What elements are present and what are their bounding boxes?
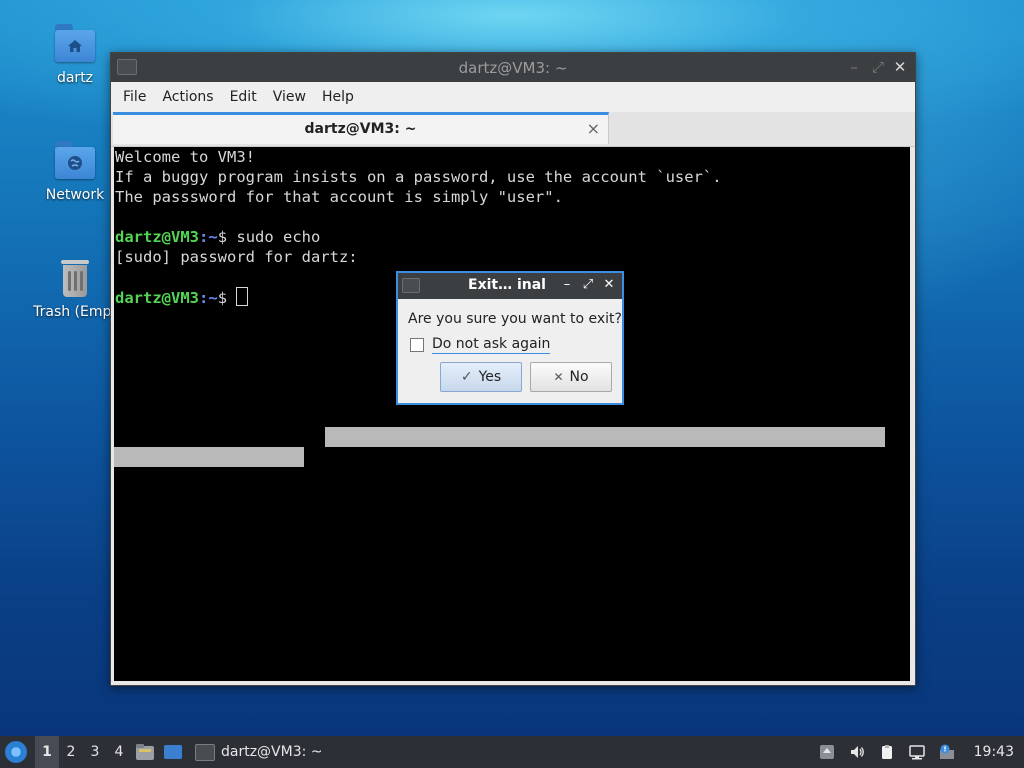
tab-label: dartz@VM3: ~	[304, 121, 417, 137]
check-icon: ✓	[460, 369, 473, 385]
terminal-line: If a buggy program insists on a password…	[115, 168, 722, 186]
show-desktop-icon[interactable]	[163, 743, 183, 761]
prompt-path: ~	[208, 289, 218, 307]
dialog-minimize-button[interactable]: –	[558, 276, 576, 294]
minimize-button[interactable]: –	[843, 56, 865, 78]
render-artifact-bar	[114, 447, 304, 467]
tab-bar: dartz@VM3: ~ ×	[111, 112, 915, 147]
dialog-close-button[interactable]: ✕	[600, 276, 618, 294]
menu-help[interactable]: Help	[314, 89, 362, 105]
prompt-line: dartz@VM3:~$	[115, 287, 249, 308]
task-label: dartz@VM3: ~	[221, 744, 323, 760]
menu-bar: File Actions Edit View Help	[111, 82, 915, 112]
terminal-app-icon	[402, 278, 420, 293]
prompt-dollar: $	[217, 289, 237, 307]
menu-file[interactable]: File	[115, 89, 154, 105]
window-titlebar[interactable]: dartz@VM3: ~ – ⤢ ✕	[111, 53, 915, 82]
no-label: No	[569, 369, 589, 385]
volume-icon[interactable]	[849, 744, 865, 760]
prompt-dollar: $	[217, 228, 237, 246]
close-button[interactable]: ✕	[889, 56, 911, 78]
home-folder-icon	[53, 22, 97, 66]
desktop-icon-home[interactable]: dartz	[27, 22, 123, 86]
do-not-ask-checkbox-row[interactable]: Do not ask again	[410, 336, 551, 354]
maximize-button[interactable]: ⤢	[867, 56, 889, 78]
desktop-icon-trash[interactable]: Trash (Empt	[27, 256, 123, 320]
tab-close-icon[interactable]: ×	[587, 119, 600, 138]
taskbar: 1 2 3 4 dartz@VM3: ~ 19:43	[0, 736, 1024, 768]
no-button[interactable]: ✕ No	[530, 362, 612, 392]
prompt-line: dartz@VM3:~$ sudo echo	[115, 227, 320, 247]
network-icon[interactable]	[908, 744, 925, 760]
prompt-separator: :	[199, 289, 209, 307]
terminal-line: The passsword for that account is simply…	[115, 188, 563, 206]
menu-actions[interactable]: Actions	[154, 89, 221, 105]
command-text: sudo echo	[236, 228, 321, 246]
tab-terminal[interactable]: dartz@VM3: ~ ×	[113, 112, 609, 144]
clipboard-icon[interactable]	[879, 744, 895, 760]
render-artifact-bar	[325, 427, 885, 447]
dialog-titlebar[interactable]: Exit… inal – ⤢ ✕	[398, 273, 622, 299]
yes-label: Yes	[478, 369, 502, 385]
workspace-2[interactable]: 2	[59, 744, 83, 760]
desktop-icon-label: Trash (Empt	[33, 304, 117, 320]
terminal-cursor	[236, 287, 249, 306]
file-manager-icon[interactable]	[135, 743, 155, 761]
terminal-line: Welcome to VM3!	[115, 148, 255, 166]
desktop-icon-label: dartz	[56, 70, 94, 86]
prompt-path: ~	[208, 228, 218, 246]
trash-icon	[53, 256, 97, 300]
workspace-4[interactable]: 4	[107, 744, 131, 760]
terminal-app-icon	[195, 743, 215, 761]
desktop-icon-label: Network	[45, 187, 105, 203]
clock[interactable]: 19:43	[974, 744, 1014, 760]
window-title: dartz@VM3: ~	[458, 59, 568, 77]
menu-view[interactable]: View	[265, 89, 314, 105]
network-folder-icon	[53, 139, 97, 183]
desktop-icon-network[interactable]: Network	[27, 139, 123, 203]
terminal-output[interactable]: Welcome to VM3! If a buggy program insis…	[114, 147, 910, 681]
dialog-maximize-button[interactable]: ⤢	[579, 276, 597, 294]
prompt-user: dartz@VM3	[115, 289, 199, 307]
x-icon: ✕	[553, 370, 564, 384]
workspace-1[interactable]: 1	[35, 736, 59, 768]
yes-button[interactable]: ✓ Yes	[440, 362, 522, 392]
menu-edit[interactable]: Edit	[222, 89, 265, 105]
exit-dialog: Exit… inal – ⤢ ✕ Are you sure you want t…	[396, 271, 624, 405]
updates-icon[interactable]	[819, 744, 835, 760]
do-not-ask-label[interactable]: Do not ask again	[432, 336, 551, 354]
workspace-3[interactable]: 3	[83, 744, 107, 760]
do-not-ask-checkbox[interactable]	[410, 338, 424, 352]
taskbar-task-terminal[interactable]: dartz@VM3: ~	[195, 743, 323, 761]
dialog-question: Are you sure you want to exit?	[408, 311, 622, 327]
notification-icon[interactable]	[939, 744, 955, 760]
system-tray: 19:43	[812, 736, 1024, 768]
sudo-prompt: [sudo] password for dartz:	[115, 248, 358, 266]
prompt-separator: :	[199, 228, 209, 246]
start-menu-icon[interactable]	[5, 741, 27, 763]
prompt-user: dartz@VM3	[115, 228, 199, 246]
dialog-title: Exit… inal	[468, 277, 546, 293]
